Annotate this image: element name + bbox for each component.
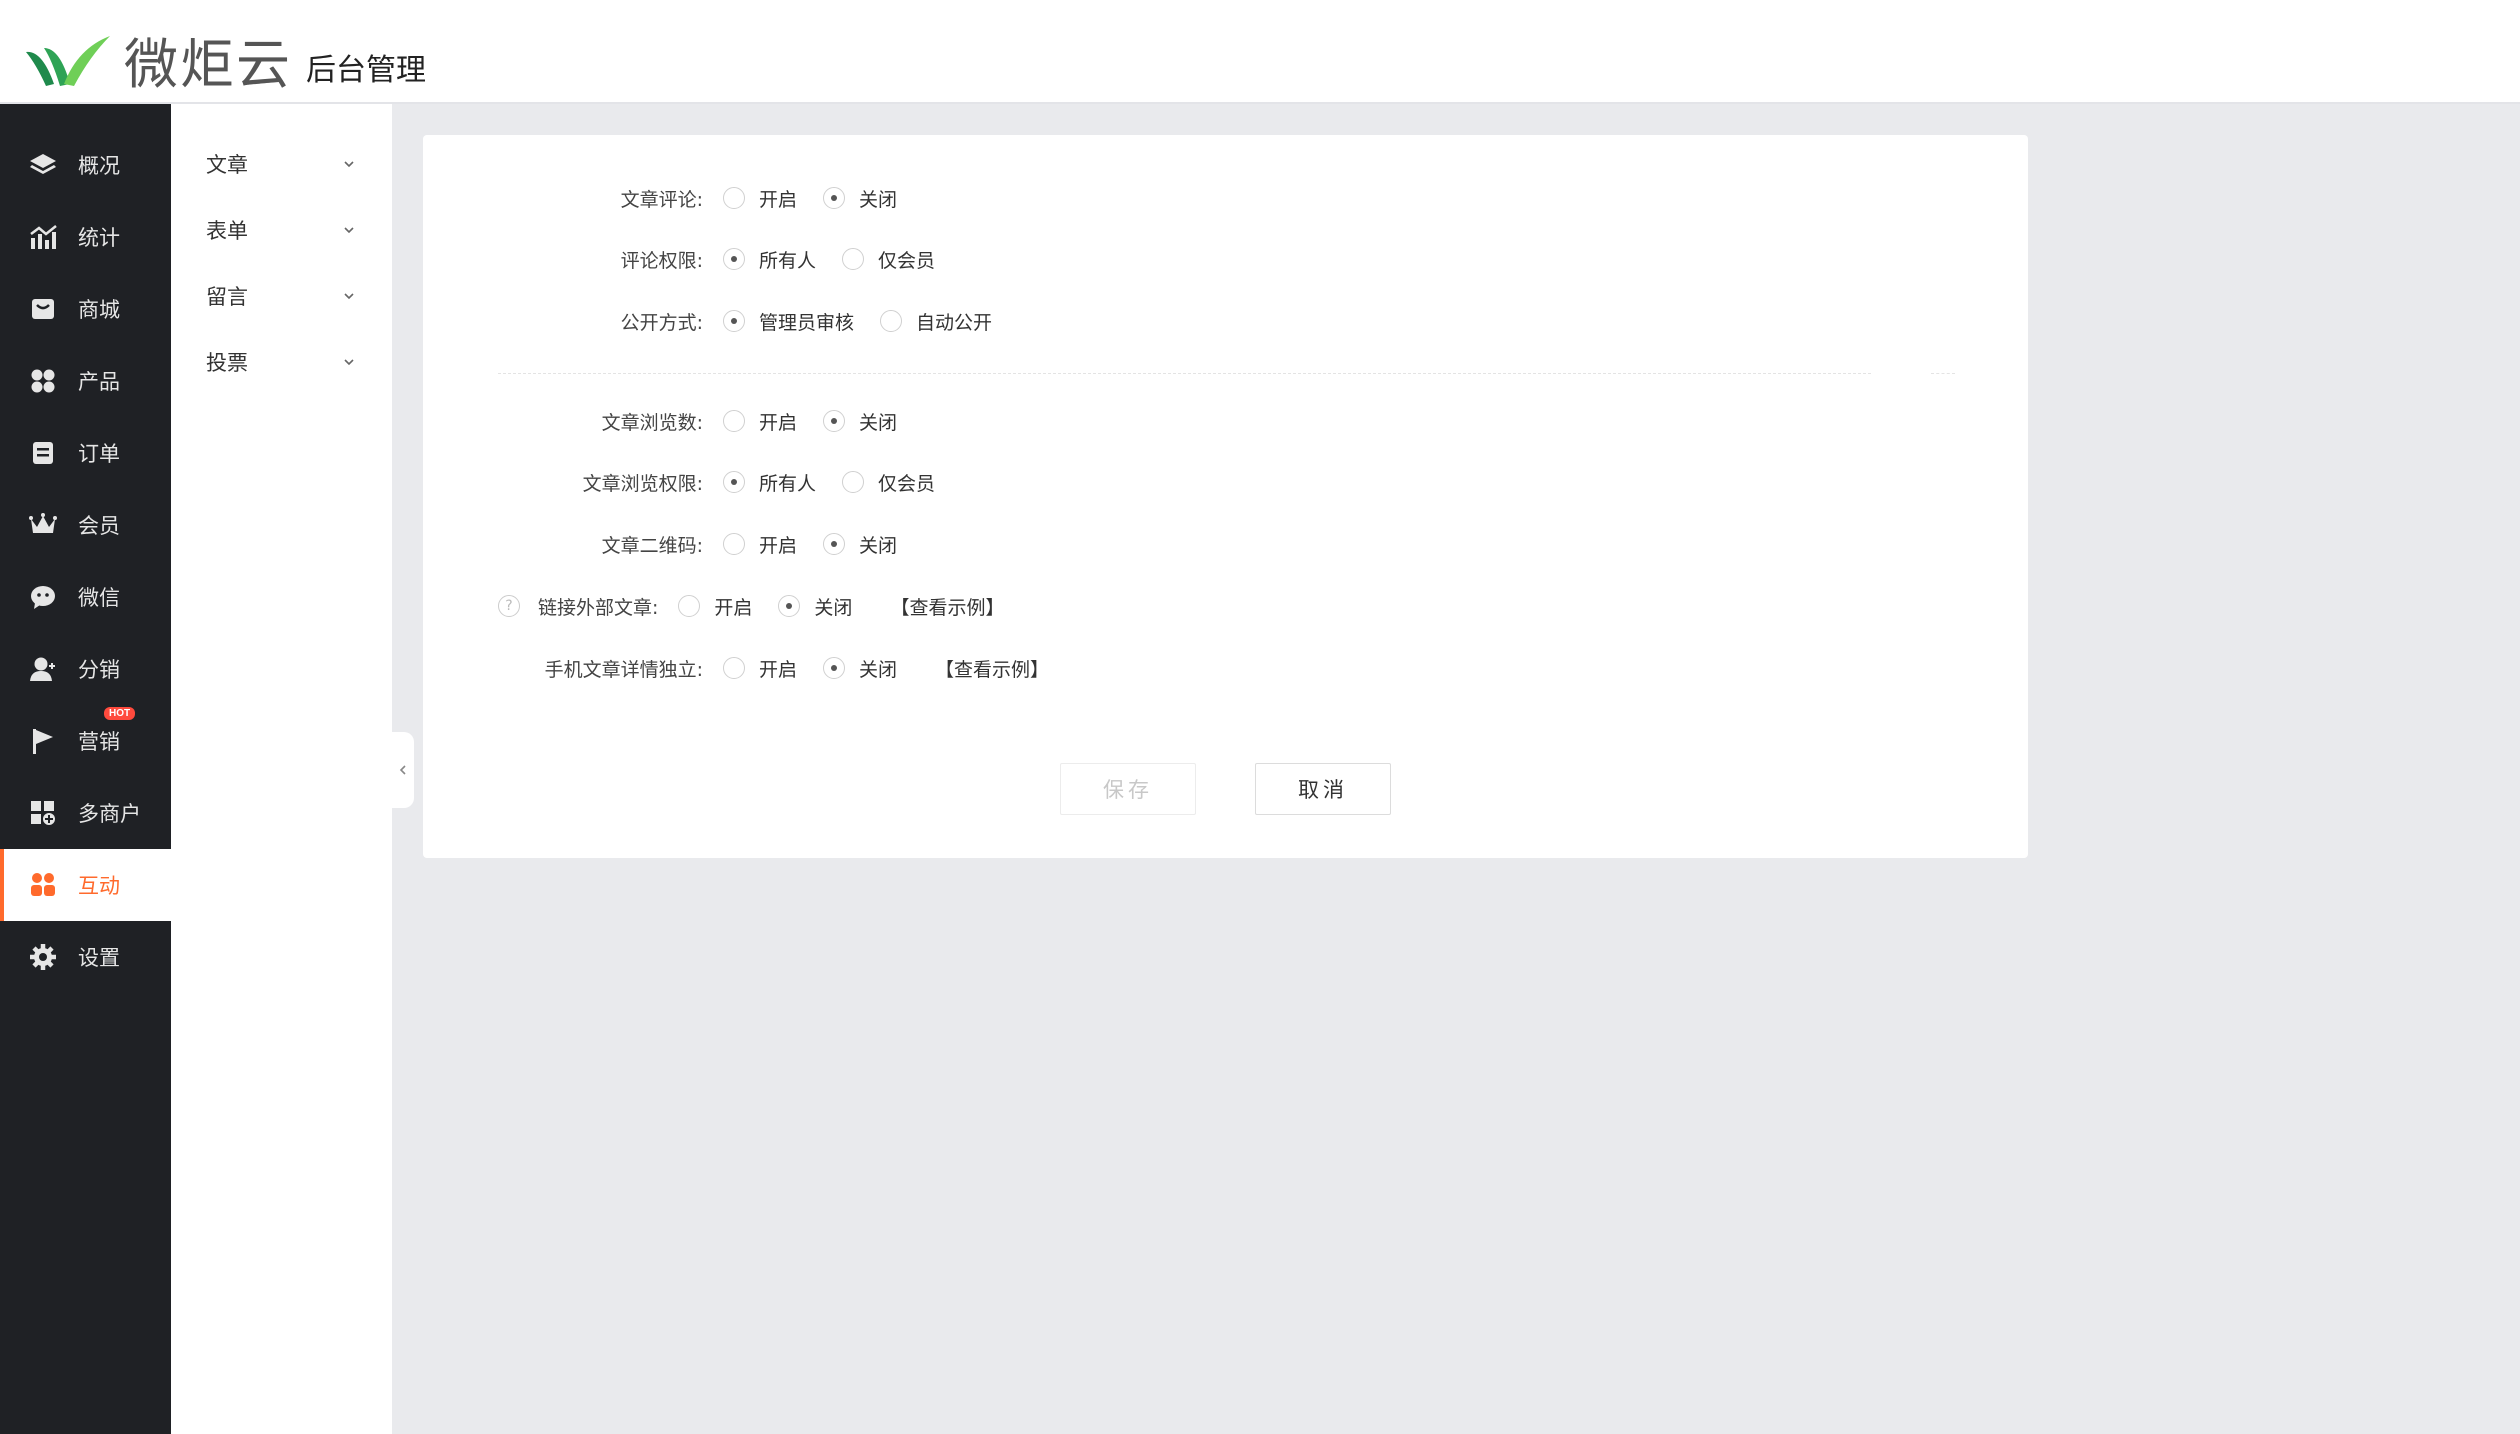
submenu-item-vote[interactable]: 投票 — [171, 329, 392, 395]
radio-auto-publish[interactable]: 自动公开 — [880, 308, 992, 335]
section-divider — [1931, 373, 1955, 374]
wechat-icon — [28, 582, 58, 612]
sidebar-item-members[interactable]: 会员 — [0, 489, 171, 561]
main-sidebar: 概况 统计 商城 产品 订单 会员 微信 分销 营销 HOT 多商户 互动 设置 — [0, 104, 171, 1434]
radio-qr-off[interactable]: 关闭 — [823, 531, 897, 558]
top-header: 微炬云 后台管理 — [0, 0, 2520, 104]
radio-comment-on[interactable]: 开启 — [723, 185, 797, 212]
brand-subtitle: 后台管理 — [306, 52, 426, 88]
sidebar-item-label: 商城 — [78, 298, 120, 322]
sidebar-item-settings[interactable]: 设置 — [0, 921, 171, 993]
sidebar-item-label: 概况 — [78, 154, 120, 178]
multi-store-icon — [28, 798, 58, 828]
chevron-left-icon — [399, 765, 406, 775]
sidebar-item-label: 会员 — [78, 514, 120, 538]
sidebar-item-label: 产品 — [78, 370, 120, 394]
row-article-comment: 文章评论: 开启 关闭 — [423, 178, 923, 218]
field-label: 链接外部文章: — [538, 596, 659, 619]
submenu-item-message[interactable]: 留言 — [171, 263, 392, 329]
radio-comment-off[interactable]: 关闭 — [823, 185, 897, 212]
sidebar-item-label: 分销 — [78, 658, 120, 682]
sidebar-item-wechat[interactable]: 微信 — [0, 561, 171, 633]
sidebar-item-shop[interactable]: 商城 — [0, 273, 171, 345]
grid-icon — [28, 366, 58, 396]
sidebar-item-statistics[interactable]: 统计 — [0, 201, 171, 273]
submenu-item-label: 文章 — [206, 153, 248, 177]
radio-comment-all[interactable]: 所有人 — [723, 246, 816, 273]
radio-comment-members[interactable]: 仅会员 — [842, 246, 935, 273]
people-icon — [28, 870, 58, 900]
help-icon[interactable]: ? — [498, 595, 520, 617]
field-label: 公开方式: — [620, 311, 703, 334]
field-label: 评论权限: — [620, 249, 703, 272]
radio-external-on[interactable]: 开启 — [678, 593, 752, 620]
section-divider — [498, 373, 1871, 374]
row-view-permission: 文章浏览权限: 所有人 仅会员 — [423, 462, 961, 502]
row-comment-permission: 评论权限: 所有人 仅会员 — [423, 239, 961, 279]
leaf-logo-icon — [26, 35, 110, 86]
submenu-item-label: 留言 — [206, 285, 248, 309]
chevron-down-icon — [344, 359, 354, 366]
order-icon — [28, 438, 58, 468]
sub-menu: 文章 表单 留言 投票 — [171, 104, 392, 1434]
radio-external-off[interactable]: 关闭 — [778, 593, 852, 620]
chevron-down-icon — [344, 161, 354, 168]
submenu-item-form[interactable]: 表单 — [171, 197, 392, 263]
radio-view-members[interactable]: 仅会员 — [842, 469, 935, 496]
sidebar-item-orders[interactable]: 订单 — [0, 417, 171, 489]
row-view-count: 文章浏览数: 开启 关闭 — [423, 401, 923, 441]
row-qr-code: 文章二维码: 开启 关闭 — [423, 524, 923, 564]
radio-viewcount-off[interactable]: 关闭 — [823, 408, 897, 435]
radio-mobile-on[interactable]: 开启 — [723, 655, 797, 682]
radio-admin-review[interactable]: 管理员审核 — [723, 308, 854, 335]
radio-viewcount-on[interactable]: 开启 — [723, 408, 797, 435]
sidebar-item-distribution[interactable]: 分销 — [0, 633, 171, 705]
sidebar-item-label: 订单 — [78, 442, 120, 466]
collapse-submenu-button[interactable] — [392, 732, 414, 808]
row-publish-mode: 公开方式: 管理员审核 自动公开 — [423, 301, 1018, 341]
hot-badge: HOT — [104, 707, 136, 720]
view-example-link[interactable]: 【查看示例】 — [890, 593, 1004, 620]
flag-icon — [28, 726, 58, 756]
brand-logo[interactable]: 微炬云 后台管理 — [24, 20, 426, 99]
submenu-item-label: 投票 — [206, 351, 248, 375]
sidebar-item-label: 多商户 — [78, 802, 141, 826]
chart-icon — [28, 222, 58, 252]
field-label: 文章浏览数: — [601, 411, 703, 434]
sidebar-item-label: 互动 — [78, 874, 120, 898]
chevron-down-icon — [344, 293, 354, 300]
save-button[interactable]: 保存 — [1060, 763, 1196, 815]
field-label: 文章二维码: — [601, 534, 703, 557]
user-icon — [28, 654, 58, 684]
gear-icon — [28, 942, 58, 972]
brand-name: 微炬云 — [124, 33, 292, 96]
layers-icon — [28, 150, 58, 180]
shop-icon — [28, 294, 58, 324]
radio-qr-on[interactable]: 开启 — [723, 531, 797, 558]
cancel-button[interactable]: 取消 — [1255, 763, 1391, 815]
row-mobile-detail: 手机文章详情独立: 开启 关闭 【查看示例】 — [423, 648, 1049, 688]
radio-mobile-off[interactable]: 关闭 — [823, 655, 897, 682]
field-label: 手机文章详情独立: — [544, 658, 703, 681]
sidebar-item-products[interactable]: 产品 — [0, 345, 171, 417]
submenu-item-label: 表单 — [206, 219, 248, 243]
row-external-link: ? 链接外部文章: 开启 关闭 【查看示例】 — [498, 586, 1004, 626]
sidebar-item-overview[interactable]: 概况 — [0, 129, 171, 201]
crown-icon — [28, 510, 58, 540]
field-label: 文章浏览权限: — [582, 472, 703, 495]
sidebar-item-label: 设置 — [78, 946, 120, 970]
chevron-down-icon — [344, 227, 354, 234]
sidebar-item-multi-merchant[interactable]: 多商户 — [0, 777, 171, 849]
view-example-link[interactable]: 【查看示例】 — [935, 655, 1049, 682]
field-label: 文章评论: — [620, 188, 703, 211]
sidebar-item-marketing[interactable]: 营销 HOT — [0, 705, 171, 777]
article-settings-card: 文章评论: 开启 关闭 评论权限: 所有人 仅会员 公开方式: 管理员审核 自动… — [423, 135, 2028, 858]
sidebar-item-interaction[interactable]: 互动 — [0, 849, 171, 921]
sidebar-item-label: 微信 — [78, 586, 120, 610]
radio-view-all[interactable]: 所有人 — [723, 469, 816, 496]
sidebar-item-label: 营销 — [78, 730, 120, 754]
submenu-item-article[interactable]: 文章 — [171, 131, 392, 197]
sidebar-item-label: 统计 — [78, 226, 120, 250]
